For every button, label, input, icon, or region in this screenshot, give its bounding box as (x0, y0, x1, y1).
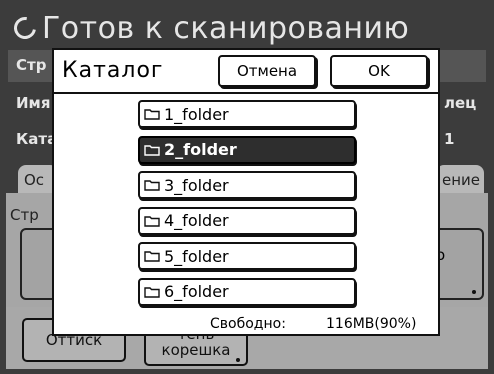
folder-item[interactable]: 5_folder (138, 242, 356, 270)
dialog-header: Каталог Отмена OK (54, 50, 438, 94)
folder-label: 1_folder (164, 104, 229, 124)
bg-tab-right[interactable]: ение (436, 165, 484, 195)
screen-title: Готов к сканированию (9, 6, 409, 50)
dialog-title: Каталог (62, 58, 164, 83)
folder-icon (144, 144, 160, 156)
bg-right-fragment-1: лец (444, 94, 477, 112)
folder-label: 4_folder (164, 211, 229, 230)
free-space-label: Свободно: (210, 316, 286, 332)
directory-dialog: Каталог Отмена OK 1_folder 2_folder 3_fold… (52, 48, 440, 336)
more-indicator-icon (236, 358, 240, 362)
folder-item[interactable]: 6_folder (138, 277, 356, 306)
ok-button[interactable]: OK (330, 55, 428, 87)
free-space-value: 116MB(90%) (326, 316, 417, 332)
bg-right-fragment-2: 1 (444, 130, 455, 148)
folder-label: 2_folder (164, 140, 237, 159)
scanner-screen: Готов к сканированию Стр Имя лец Ката 1 … (0, 0, 494, 374)
folder-icon (144, 286, 160, 298)
folder-label: 6_folder (164, 282, 229, 301)
bg-row-label-1: Стр (16, 56, 47, 74)
folder-icon (144, 109, 160, 120)
folder-item[interactable]: 3_folder (138, 171, 356, 199)
folder-icon (144, 215, 160, 227)
cancel-button[interactable]: Отмена (218, 55, 316, 87)
bg-row-label-2: Имя (16, 94, 51, 112)
folder-item[interactable]: 1_folder (138, 100, 356, 128)
more-indicator-icon (472, 290, 476, 294)
folder-label: 5_folder (164, 246, 229, 266)
folder-label: 3_folder (164, 175, 229, 195)
bg-panel-label: Стр (10, 206, 39, 224)
folder-item[interactable]: 2_folder (138, 135, 356, 164)
status-ring-icon (9, 12, 41, 44)
folder-icon (144, 251, 160, 262)
folder-item[interactable]: 4_folder (138, 206, 356, 235)
folder-icon (144, 180, 160, 191)
